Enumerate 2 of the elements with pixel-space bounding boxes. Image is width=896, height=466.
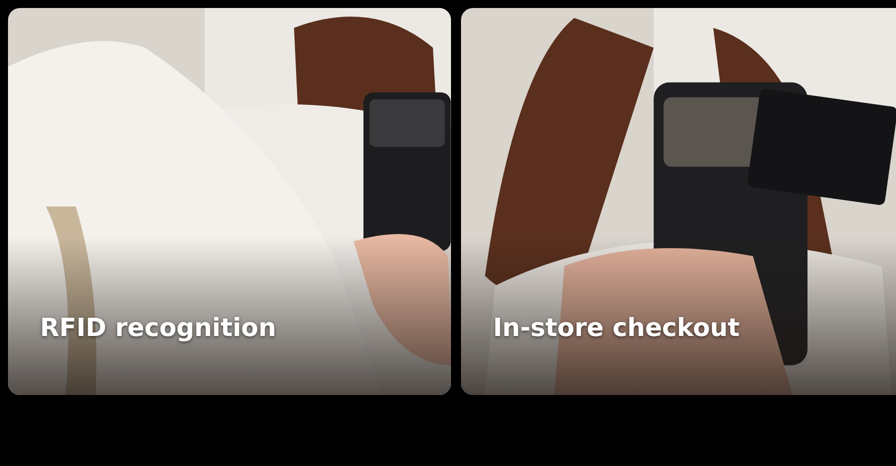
card-caption: RFID recognition — [40, 313, 276, 342]
card-caption: In-store checkout — [493, 313, 740, 342]
